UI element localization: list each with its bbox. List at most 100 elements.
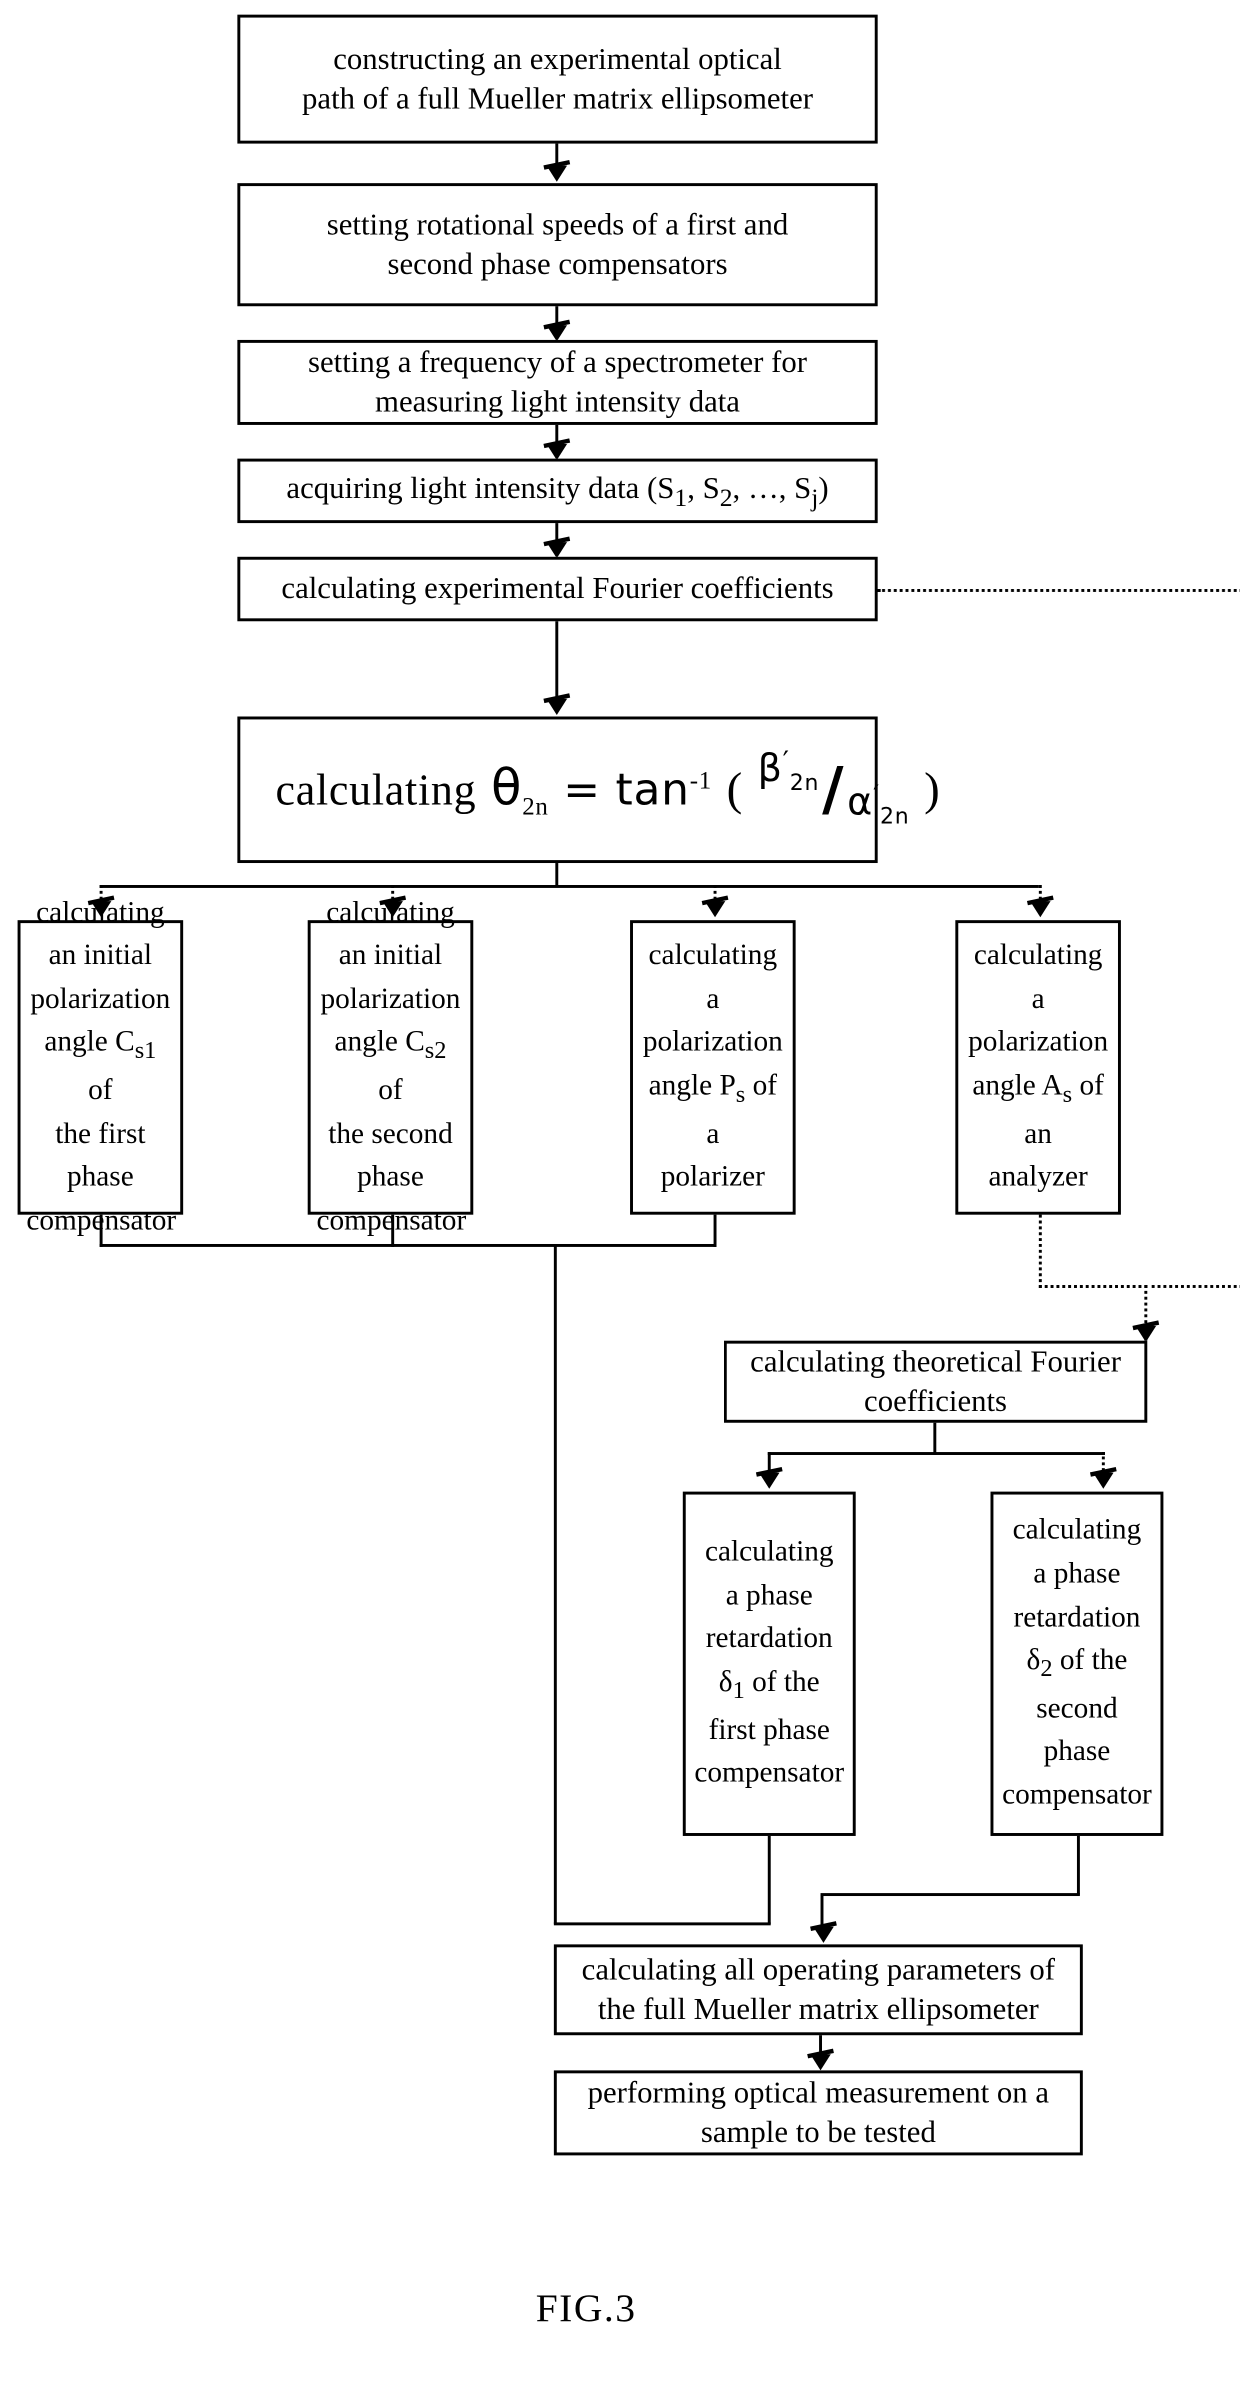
measure-line2: sample to be tested xyxy=(700,2114,936,2150)
node-speeds-line2: second phase compensators xyxy=(387,246,728,282)
delta1-l2: a phase xyxy=(725,1579,813,1612)
node-phase-retardation-delta1: calculating a phase retardation δ1 of th… xyxy=(682,1491,856,1836)
figure-scaler: constructing an experimental optical pat… xyxy=(0,0,1240,2403)
theo-fourier-line1: calculating theoretical Fourier xyxy=(750,1343,1121,1379)
delta2-l3: retardation xyxy=(1013,1600,1141,1634)
node-acquire-sub1: 1 xyxy=(674,481,688,511)
delta2-l4: δ xyxy=(1026,1644,1041,1677)
theo-fourier-line2: coefficients xyxy=(864,1383,1008,1419)
formula-numerator-prime: ′ xyxy=(782,746,790,779)
delta2-l4-sub: 2 xyxy=(1040,1654,1053,1683)
node-constructing-line1: constructing an experimental optical xyxy=(333,40,782,76)
node-polarization-angle-ps: calculating a polarization angle Ps of a… xyxy=(630,920,796,1215)
cs1-l4: angle C xyxy=(44,1026,135,1059)
as-l4-sub: s xyxy=(1062,1079,1073,1108)
all-params-line1: calculating all operating parameters of xyxy=(581,1951,1055,1987)
node-experimental-fourier-coefficients: calculating experimental Fourier coeffic… xyxy=(237,556,878,622)
arrow-delta2 xyxy=(1093,1472,1114,1489)
ps-l1: calculating xyxy=(648,939,778,972)
ps-l7: polarizer xyxy=(660,1160,765,1194)
dotted-connector-as-down xyxy=(1038,1214,1042,1288)
delta2-l7: compensator xyxy=(1002,1778,1152,1812)
as-l2: a xyxy=(1031,982,1045,1016)
delta1-l6: compensator xyxy=(694,1757,845,1790)
node-constructing-line2: path of a full Mueller matrix ellipsomet… xyxy=(302,80,814,116)
cs1-l3: polarization xyxy=(30,982,171,1016)
as-l4: angle A xyxy=(972,1069,1063,1102)
delta2-l1: calculating xyxy=(1012,1514,1142,1547)
connector-to-all-params xyxy=(820,1894,824,1930)
node-acquire-sub3: j xyxy=(811,481,819,511)
delta1-l5: first phase xyxy=(708,1713,830,1747)
connector-cs2-down xyxy=(391,1214,395,1247)
node-exp-fourier-text: calculating experimental Fourier coeffic… xyxy=(281,570,834,606)
figure-canvas: constructing an experimental optical pat… xyxy=(0,0,1240,2403)
ps-l4-sub: s xyxy=(735,1079,746,1108)
figure-caption: FIG.3 xyxy=(535,2285,637,2330)
connector-merge-bus xyxy=(99,1243,717,1247)
connector-merge-trunk xyxy=(553,1243,557,1924)
arrow-delta1 xyxy=(758,1472,780,1489)
ps-l2: a xyxy=(706,982,720,1016)
arrow-5 xyxy=(546,698,568,716)
delta1-l4-sub: 1 xyxy=(732,1676,745,1705)
dotted-connector-exp-fourier-right xyxy=(877,589,1240,592)
node-initial-polarization-angle-cs2: calculating an initial polarization angl… xyxy=(307,896,474,1236)
cs2-l4: angle C xyxy=(334,1026,425,1059)
connector-theo-down xyxy=(933,1422,937,1455)
as-l6: an xyxy=(1024,1117,1052,1150)
as-l5: of xyxy=(1079,1069,1104,1102)
arrow-branch-as xyxy=(1030,901,1051,918)
node-acquire-tail: ) xyxy=(818,469,829,505)
connector-delta2-exit xyxy=(1076,1835,1080,1895)
node-acquire-text: acquiring light intensity data (S xyxy=(286,469,675,505)
node-theoretical-fourier-coefficients: calculating theoretical Fourier coeffici… xyxy=(723,1340,1148,1423)
connector-delta-bus xyxy=(767,1452,1104,1455)
formula-open-paren: ( xyxy=(726,762,743,815)
delta1-l4-tail: of the xyxy=(744,1665,820,1699)
formula-tan: tan xyxy=(615,764,690,816)
cs2-l3: polarization xyxy=(320,982,461,1016)
cs2-l6: the second xyxy=(328,1117,453,1150)
as-l7: analyzer xyxy=(988,1160,1088,1194)
cs1-l2: an initial xyxy=(48,939,153,972)
connector-bottom-bus xyxy=(553,1922,771,1926)
connector-ps-down xyxy=(713,1214,717,1247)
delta2-l4-tail: of the xyxy=(1052,1644,1128,1677)
formula-fraction: β′2n / α′2n xyxy=(758,746,910,830)
arrow-measure xyxy=(810,2054,831,2071)
node-setting-rotational-speeds: setting rotational speeds of a first and… xyxy=(237,183,878,307)
connector-formula-down xyxy=(555,863,559,887)
formula-theta: θ xyxy=(491,758,523,818)
formula-denominator-prime: ′ xyxy=(872,779,881,812)
delta2-l2: a phase xyxy=(1033,1557,1121,1590)
formula-equals: = xyxy=(563,764,601,816)
cs2-l5: of xyxy=(378,1074,403,1107)
cs2-l2: an initial xyxy=(338,939,443,972)
node-polarization-angle-as: calculating a polarization angle As of a… xyxy=(955,920,1121,1215)
formula-close-paren: ) xyxy=(924,762,941,815)
node-setting-frequency: setting a frequency of a spectrometer fo… xyxy=(237,339,878,425)
formula-denominator: α xyxy=(847,781,873,826)
node-constructing-optical-path: constructing an experimental optical pat… xyxy=(237,14,878,144)
connector-cs1-down xyxy=(99,1214,103,1247)
cs2-l1: calculating xyxy=(326,896,455,929)
node-calculating-theta-formula: calculating θ2n = tan-1 ( β′2n / α′2n ) xyxy=(237,716,940,864)
connector-delta2-to-trunk xyxy=(820,1893,1080,1897)
ps-l5: of xyxy=(752,1069,778,1102)
ps-l3: polarization xyxy=(642,1026,783,1059)
node-initial-polarization-angle-cs1: calculating an initial polarization angl… xyxy=(17,896,184,1236)
as-l1: calculating xyxy=(973,939,1103,972)
cs2-l4-sub: s2 xyxy=(424,1036,447,1065)
formula-slash: / xyxy=(822,756,845,824)
cs1-l7: phase xyxy=(66,1160,134,1194)
node-speeds-line1: setting rotational speeds of a first and xyxy=(326,206,789,242)
cs1-l6: the first xyxy=(55,1117,146,1150)
node-all-operating-parameters: calculating all operating parameters of … xyxy=(553,1944,1083,2036)
arrow-1 xyxy=(546,165,568,182)
node-acquire-sep1: , S xyxy=(687,469,720,505)
formula-label: calculating xyxy=(275,765,477,814)
cs1-l4-sub: s1 xyxy=(134,1036,157,1065)
dotted-connector-exp-fourier-to-theo xyxy=(1144,1285,1240,1288)
delta2-l5: second xyxy=(1036,1692,1118,1725)
